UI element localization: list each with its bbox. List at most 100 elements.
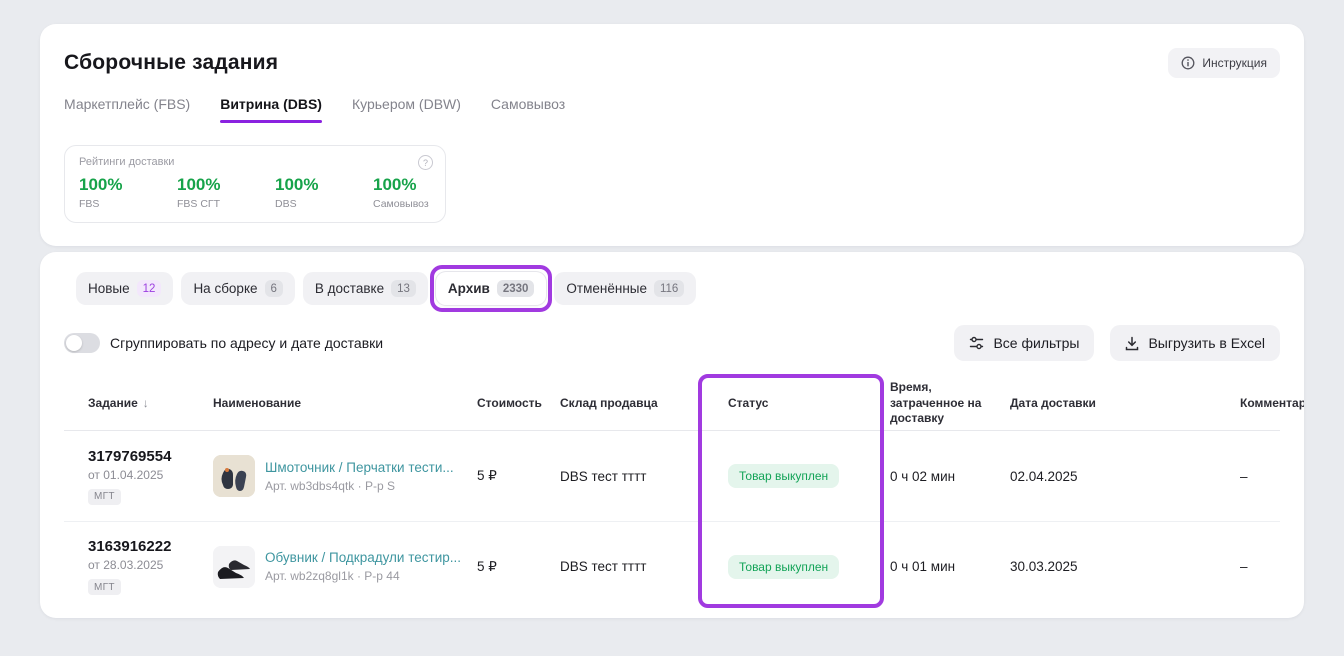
toolbar-actions: Все фильтры Выгрузить в Excel [954, 325, 1280, 361]
comment-cell: – [1240, 559, 1304, 574]
product-article: Арт. wb3dbs4qtk · Р-р S [265, 479, 454, 493]
pill-label: Отменённые [566, 281, 647, 296]
header-price: Стоимость [477, 396, 560, 412]
rating-value: 100% [275, 175, 373, 195]
orders-table: Задание ↓ Наименование Стоимость Склад п… [64, 377, 1280, 611]
task-date: от 28.03.2025 [88, 558, 213, 572]
product-info: Шмоточник / Перчатки тести... Арт. wb3db… [265, 460, 454, 493]
pill-count: 12 [137, 280, 162, 297]
ratings-row: 100% FBS 100% FBS СГТ 100% DBS 100% Само… [79, 175, 431, 210]
task-tag-badge: МГТ [88, 489, 121, 505]
pill-count: 2330 [497, 280, 535, 297]
rating-dbs: 100% DBS [275, 175, 373, 210]
rating-fbs: 100% FBS [79, 175, 177, 210]
task-id: 3163916222 [88, 538, 213, 555]
task-date: от 01.04.2025 [88, 468, 213, 482]
header-delivery-date: Дата доставки [1010, 396, 1240, 412]
tab-marketplace-fbs[interactable]: Маркетплейс (FBS) [64, 96, 190, 123]
header-card: Сборочные задания Инструкция Маркетплейс… [40, 24, 1304, 246]
delivery-ratings-card: Рейтинги доставки ? 100% FBS 100% FBS СГ… [64, 145, 446, 223]
product-link[interactable]: Шмоточник / Перчатки тести... [265, 460, 454, 475]
info-icon [1181, 56, 1195, 70]
table-row[interactable]: 3163916222 от 28.03.2025 МГТ Обувник / П… [64, 521, 1280, 611]
page-title: Сборочные задания [64, 51, 278, 75]
status-badge: Товар выкуплен [728, 555, 839, 579]
pill-label: На сборке [193, 281, 257, 296]
header-name: Наименование [213, 396, 477, 412]
task-cell: 3179769554 от 01.04.2025 МГТ [64, 448, 213, 505]
task-cell: 3163916222 от 28.03.2025 МГТ [64, 538, 213, 595]
delivery-time-cell: 0 ч 02 мин [890, 469, 1010, 484]
product-image [213, 546, 255, 588]
header-comment: Комментарий [1240, 396, 1304, 412]
delivery-time-cell: 0 ч 01 мин [890, 559, 1010, 574]
instruction-button-label: Инструкция [1202, 56, 1267, 70]
group-toggle-label: Сгруппировать по адресу и дате доставки [110, 335, 383, 351]
status-badge: Товар выкуплен [728, 464, 839, 488]
rating-label: Самовывоз [373, 198, 429, 210]
delivery-date-cell: 02.04.2025 [1010, 469, 1240, 484]
tab-vitrina-dbs[interactable]: Витрина (DBS) [220, 96, 322, 123]
export-excel-label: Выгрузить в Excel [1148, 335, 1265, 351]
header-status: Статус [718, 396, 890, 412]
warehouse-cell: DBS тест тттт [560, 469, 718, 484]
rating-value: 100% [373, 175, 429, 195]
ratings-title: Рейтинги доставки [79, 156, 431, 168]
rating-label: DBS [275, 198, 373, 210]
sort-desc-icon[interactable]: ↓ [143, 396, 149, 412]
status-cell: Товар выкуплен [718, 555, 890, 579]
product-info: Обувник / Подкрадули тестир... Арт. wb2z… [265, 550, 461, 583]
tab-courier-dbw[interactable]: Курьером (DBW) [352, 96, 461, 123]
rating-fbs-sgt: 100% FBS СГТ [177, 175, 275, 210]
product-cell: Шмоточник / Перчатки тести... Арт. wb3db… [213, 455, 477, 497]
rating-pickup: 100% Самовывоз [373, 175, 429, 210]
pill-new[interactable]: Новые 12 [76, 272, 173, 305]
all-filters-label: Все фильтры [993, 335, 1079, 351]
download-icon [1125, 336, 1139, 351]
delivery-type-tabs: Маркетплейс (FBS) Витрина (DBS) Курьером… [64, 96, 1280, 123]
pill-assembling[interactable]: На сборке 6 [181, 272, 294, 305]
header-task: Задание ↓ [64, 396, 213, 412]
rating-value: 100% [177, 175, 275, 195]
header-delivery-time: Время, затраченное на доставку [890, 380, 1010, 427]
task-id: 3179769554 [88, 448, 213, 465]
assembly-tasks-page: Сборочные задания Инструкция Маркетплейс… [0, 0, 1344, 656]
toolbar: Сгруппировать по адресу и дате доставки … [64, 325, 1280, 361]
pill-label: Новые [88, 281, 130, 296]
product-article: Арт. wb2zq8gl1k · Р-р 44 [265, 569, 461, 583]
header-task-label: Задание [88, 396, 138, 412]
pill-count: 6 [265, 280, 283, 297]
tab-pickup[interactable]: Самовывоз [491, 96, 565, 123]
all-filters-button[interactable]: Все фильтры [954, 325, 1094, 361]
product-cell: Обувник / Подкрадули тестир... Арт. wb2z… [213, 546, 477, 588]
price-cell: 5 ₽ [477, 468, 560, 484]
task-tag-badge: МГТ [88, 579, 121, 595]
pill-count: 116 [654, 280, 684, 297]
delivery-date-cell: 30.03.2025 [1010, 559, 1240, 574]
filters-icon [969, 336, 984, 350]
group-by-address-toggle[interactable] [64, 333, 100, 353]
rating-label: FBS [79, 198, 177, 210]
status-filter-pills: Новые 12 На сборке 6 В доставке 13 Архив… [76, 272, 1280, 305]
orders-card: Новые 12 На сборке 6 В доставке 13 Архив… [40, 252, 1304, 618]
header-warehouse: Склад продавца [560, 396, 718, 412]
table-header-row: Задание ↓ Наименование Стоимость Склад п… [64, 377, 1280, 431]
pill-in-delivery[interactable]: В доставке 13 [303, 272, 428, 305]
pill-label: В доставке [315, 281, 384, 296]
pill-count: 13 [391, 280, 416, 297]
rating-value: 100% [79, 175, 177, 195]
pill-label: Архив [448, 281, 490, 296]
product-link[interactable]: Обувник / Подкрадули тестир... [265, 550, 461, 565]
instruction-button[interactable]: Инструкция [1168, 48, 1280, 78]
comment-cell: – [1240, 469, 1304, 484]
pill-cancelled[interactable]: Отменённые 116 [554, 272, 696, 305]
rating-label: FBS СГТ [177, 198, 275, 210]
pill-archive[interactable]: Архив 2330 [436, 272, 547, 305]
status-cell: Товар выкуплен [718, 464, 890, 488]
product-image [213, 455, 255, 497]
table-row[interactable]: 3179769554 от 01.04.2025 МГТ Шмоточник /… [64, 431, 1280, 521]
export-excel-button[interactable]: Выгрузить в Excel [1110, 325, 1280, 361]
help-icon[interactable]: ? [418, 155, 433, 170]
price-cell: 5 ₽ [477, 559, 560, 575]
title-row: Сборочные задания Инструкция [64, 48, 1280, 78]
